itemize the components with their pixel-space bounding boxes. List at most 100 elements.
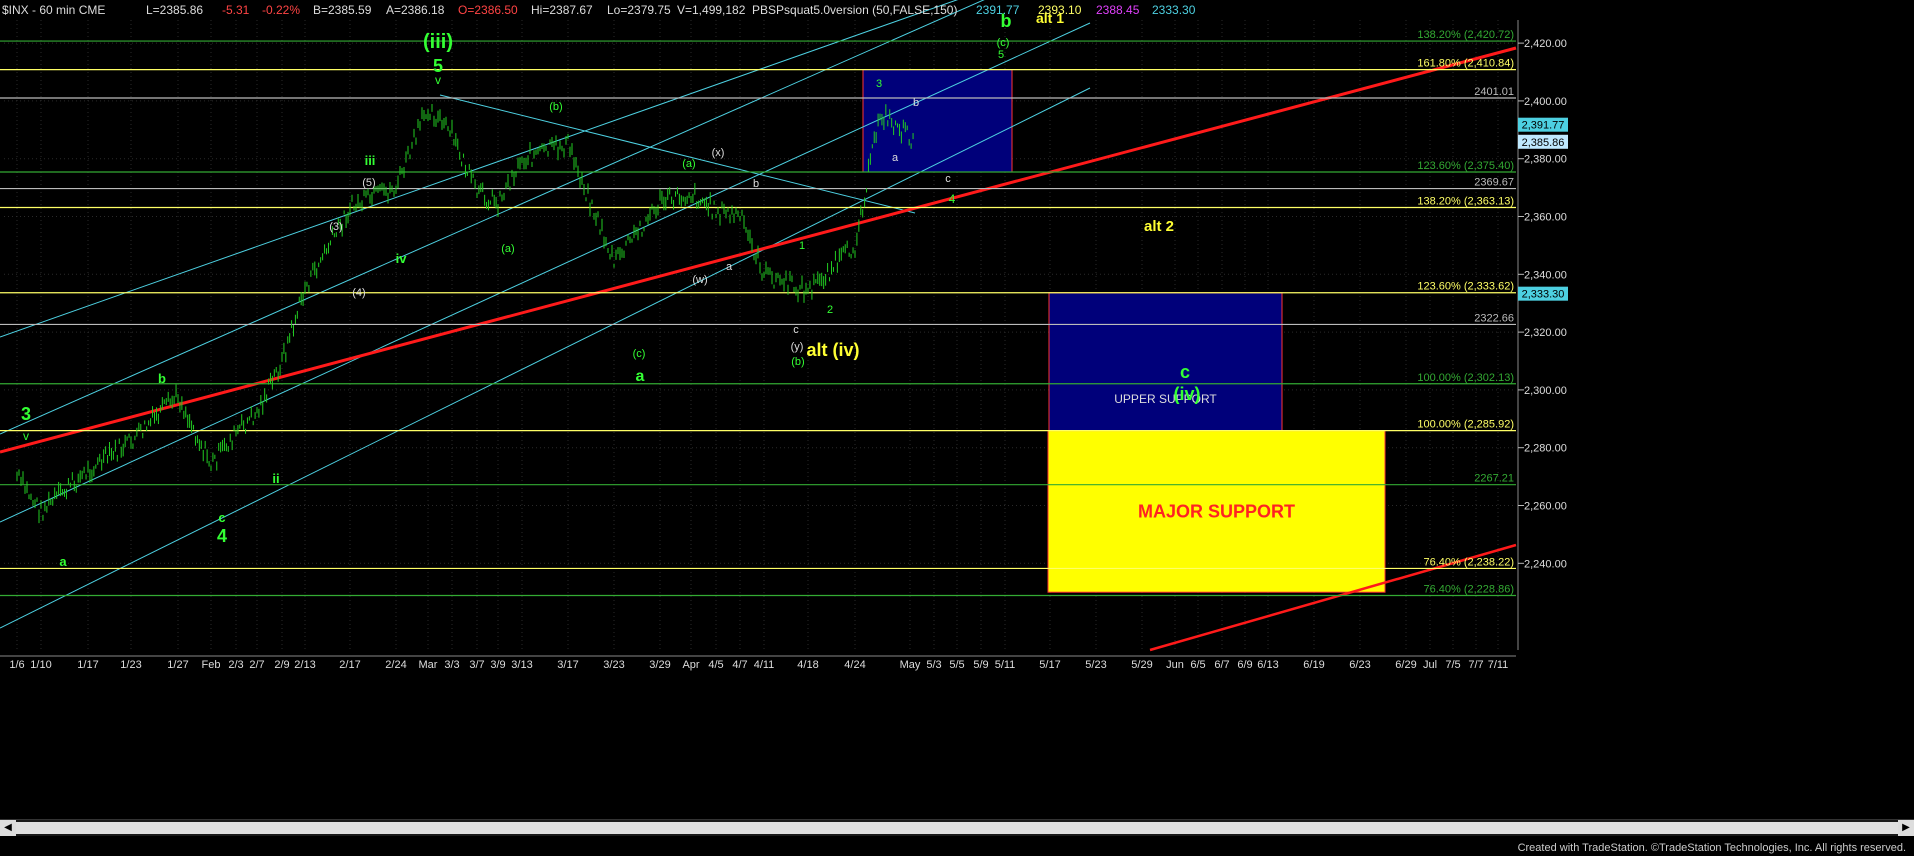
wave-label: a <box>892 152 899 164</box>
copyright-footer: Created with TradeStation. ©TradeStation… <box>1517 842 1906 854</box>
y-tick-label: 2,320.00 <box>1524 327 1567 339</box>
fib-label: 161.80% (2,410.84) <box>1417 58 1514 70</box>
major-support-box-label: MAJOR SUPPORT <box>1138 501 1295 521</box>
wave-label: 1 <box>799 240 805 252</box>
y-tick-label: 2,300.00 <box>1524 385 1567 397</box>
x-tick-label: 5/23 <box>1085 659 1106 671</box>
x-tick-label: 2/24 <box>385 659 406 671</box>
x-tick-label: 3/13 <box>511 659 532 671</box>
x-tick-label: 6/13 <box>1257 659 1278 671</box>
wave-label: alt (iv) <box>806 340 859 360</box>
wave-label: ii <box>272 471 279 486</box>
wave-label: (4) <box>352 287 365 299</box>
x-tick-label: 6/19 <box>1303 659 1324 671</box>
wave-label: c <box>945 173 951 185</box>
wave-label: 3 <box>876 78 882 90</box>
wave-label: iii <box>365 153 376 168</box>
x-tick-label: 2/9 <box>274 659 289 671</box>
fib-label: 2369.67 <box>1474 177 1514 189</box>
wave-label: (b) <box>791 356 804 368</box>
wave-label: 5 <box>998 49 1004 61</box>
x-tick-label: 4/5 <box>708 659 723 671</box>
wave-label: a <box>59 554 67 569</box>
x-tick-label: 7/7 <box>1468 659 1483 671</box>
y-tick-label: 2,260.00 <box>1524 501 1567 513</box>
x-tick-label: 1/23 <box>120 659 141 671</box>
wave-label: (b) <box>549 101 562 113</box>
fib-label: 100.00% (2,302.13) <box>1417 372 1514 384</box>
net-change: -5.31 <box>222 3 250 17</box>
wave-label: 4 <box>949 192 956 206</box>
x-tick-label: Feb <box>202 659 221 671</box>
symbol-label: $INX - 60 min CME <box>2 3 105 17</box>
x-tick-label: 1/6 <box>9 659 24 671</box>
x-tick-label: 7/11 <box>1488 659 1509 671</box>
wave-label: a <box>726 261 733 273</box>
x-tick-label: 2/13 <box>294 659 315 671</box>
horizontal-scrollbar[interactable]: ◀ ▶ <box>0 819 1914 836</box>
open-price: O=2386.50 <box>458 3 518 17</box>
scroll-left-button[interactable]: ◀ <box>0 820 16 836</box>
wave-label: 2 <box>827 304 833 316</box>
last-price: L=2385.86 <box>146 3 203 17</box>
x-tick-label: Mar <box>419 659 438 671</box>
x-tick-label: 6/5 <box>1190 659 1205 671</box>
x-tick-label: 2/17 <box>339 659 360 671</box>
wave-label: (iii) <box>423 31 453 53</box>
wave-label: 3 <box>21 404 31 424</box>
wave-label: iv <box>396 251 408 266</box>
x-tick-label: 6/7 <box>1214 659 1229 671</box>
x-tick-label: 2/3 <box>228 659 243 671</box>
indicator-value-2: 2393.10 <box>1038 3 1082 17</box>
y-tick-label: 2,420.00 <box>1524 38 1567 50</box>
x-tick-label: 4/11 <box>754 659 775 671</box>
wave-label: b <box>913 97 919 109</box>
price-chart: UPPER SUPPORT MAJOR SUPPORT 138.20% (2,42… <box>0 0 1914 856</box>
x-tick-label: 3/29 <box>649 659 670 671</box>
x-tick-label: 5/17 <box>1039 659 1060 671</box>
y-tick-label: 2,360.00 <box>1524 212 1567 224</box>
ask-price: A=2386.18 <box>386 3 445 17</box>
x-tick-label: 5/29 <box>1131 659 1152 671</box>
fib-label: 123.60% (2,333.62) <box>1417 281 1514 293</box>
x-tick-label: 5/5 <box>949 659 964 671</box>
wave-label: b <box>158 371 166 386</box>
fib-label: 138.20% (2,363.13) <box>1417 195 1514 207</box>
x-tick-label: 3/7 <box>469 659 484 671</box>
wave-label: (iv) <box>1174 384 1201 404</box>
fib-label: 138.20% (2,420.72) <box>1417 29 1514 41</box>
fib-label: 2401.01 <box>1474 86 1514 98</box>
x-tick-label: 3/23 <box>603 659 624 671</box>
fib-label: 100.00% (2,285.92) <box>1417 419 1514 431</box>
volume-label: V=1,499,182 <box>677 3 746 17</box>
fib-label: 2267.21 <box>1474 473 1514 485</box>
x-tick-label: 1/10 <box>30 659 51 671</box>
wave-label: (c) <box>997 37 1010 49</box>
wave-label: 4 <box>217 526 227 546</box>
price-tag-label: 2,385.86 <box>1522 137 1565 149</box>
target-box <box>862 69 1013 173</box>
y-tick-label: 2,380.00 <box>1524 154 1567 166</box>
high-price: Hi=2387.67 <box>531 3 593 17</box>
y-tick-label: 2,280.00 <box>1524 443 1567 455</box>
x-tick-label: 4/24 <box>844 659 865 671</box>
wave-label: (a) <box>682 158 695 170</box>
indicator-value-1: 2391.77 <box>976 3 1020 17</box>
scroll-right-button[interactable]: ▶ <box>1898 820 1914 836</box>
bid-price: B=2385.59 <box>313 3 372 17</box>
x-tick-label: 5/11 <box>995 659 1016 671</box>
low-price: Lo=2379.75 <box>607 3 671 17</box>
scroll-track[interactable] <box>16 822 1898 834</box>
wave-label: b <box>753 178 759 190</box>
x-tick-label: 3/17 <box>557 659 578 671</box>
wave-label: v <box>23 429 29 443</box>
y-tick-label: 2,240.00 <box>1524 558 1567 570</box>
fib-label: 123.60% (2,375.40) <box>1417 160 1514 172</box>
price-tag-label: 2,333.30 <box>1522 289 1565 301</box>
x-tick-label: 4/7 <box>732 659 747 671</box>
x-tick-label: 2/7 <box>249 659 264 671</box>
fib-label: 76.40% (2,238.22) <box>1423 556 1514 568</box>
x-tick-label: 6/29 <box>1395 659 1416 671</box>
wave-label: (y) <box>791 341 804 353</box>
x-tick-label: 5/3 <box>926 659 941 671</box>
